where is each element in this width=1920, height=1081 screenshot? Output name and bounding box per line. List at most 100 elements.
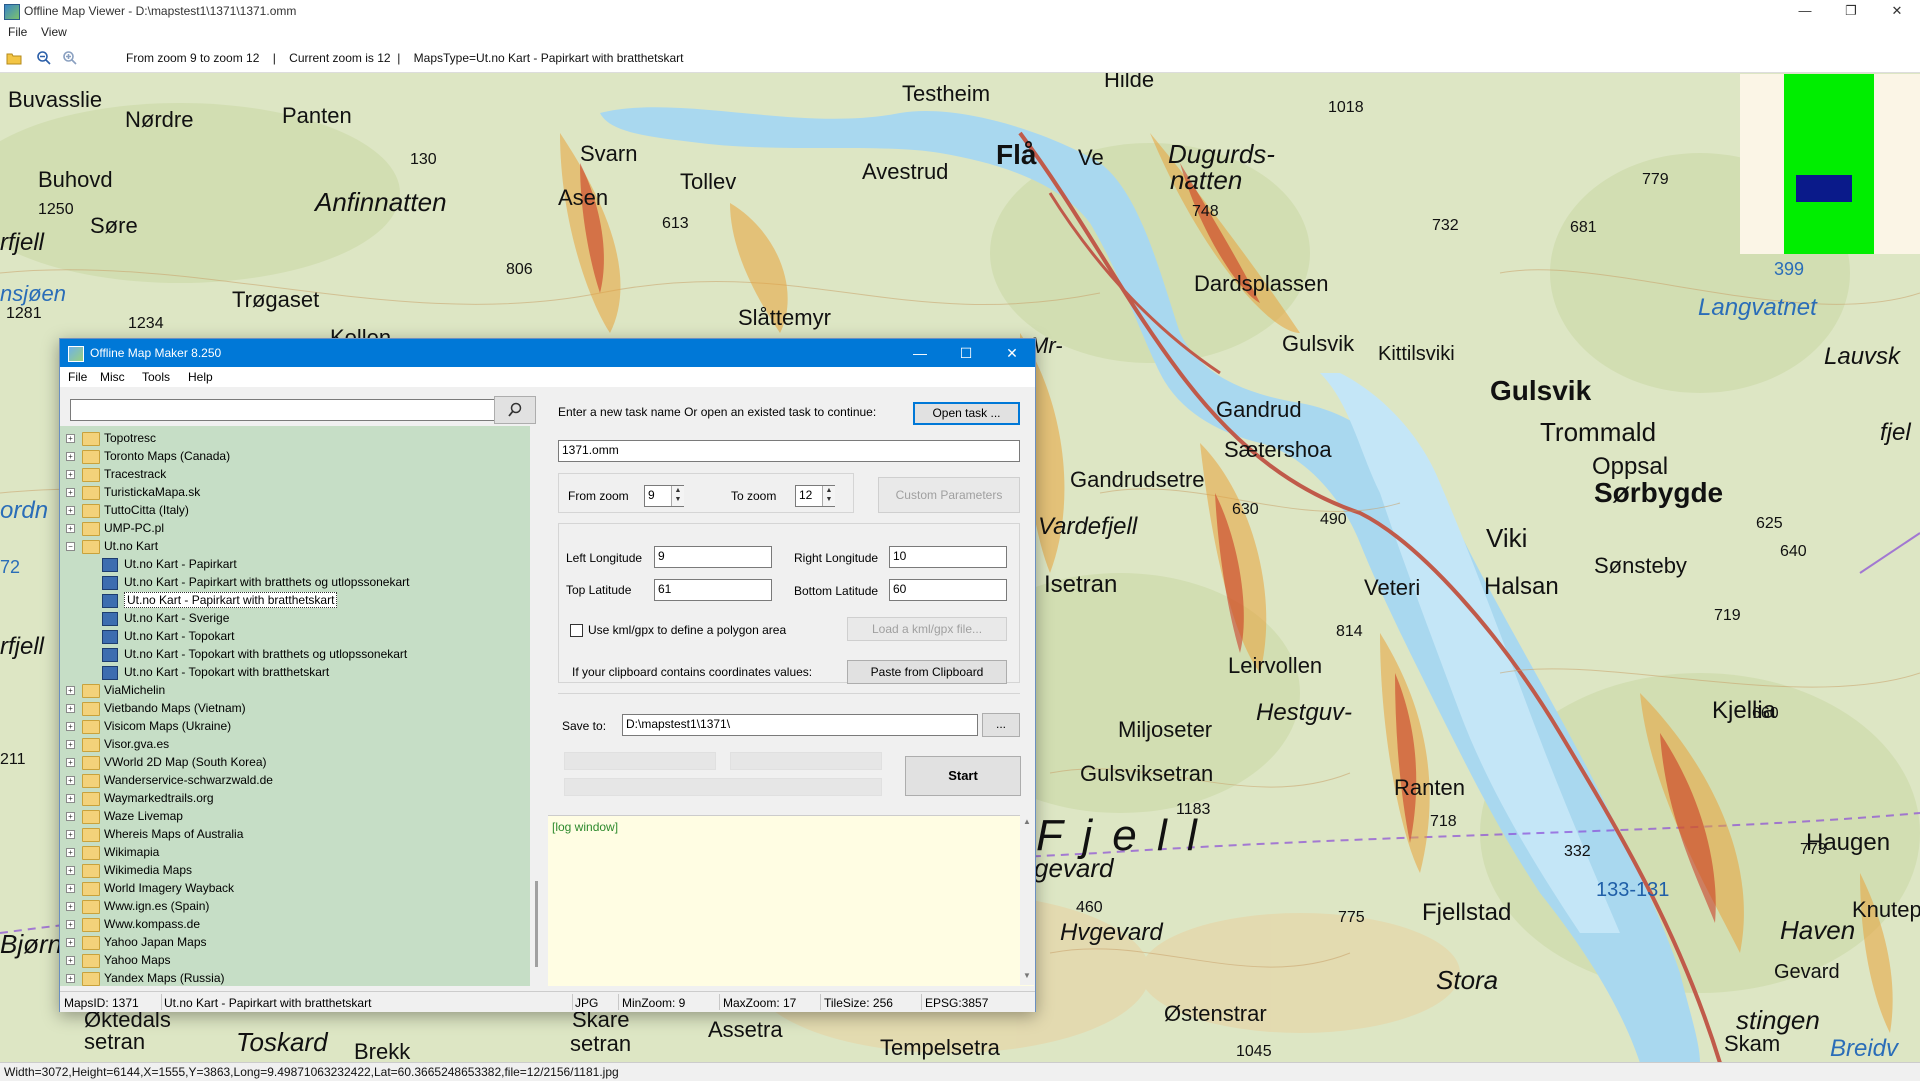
expand-icon[interactable]: + (66, 722, 75, 731)
open-task-button[interactable]: Open task ... (913, 402, 1020, 425)
collapse-icon[interactable]: − (66, 542, 75, 551)
expand-icon[interactable]: + (66, 812, 75, 821)
task-name-input[interactable]: 1371.omm (558, 440, 1020, 462)
expand-icon[interactable]: + (66, 902, 75, 911)
tree-item[interactable]: Ut.no Kart - Topokart with bratthets og … (60, 645, 530, 663)
tree-item[interactable]: Ut.no Kart - Papirkart (60, 555, 530, 573)
browse-button[interactable]: ... (982, 713, 1020, 737)
tree-item[interactable]: + Visor.gva.es (60, 735, 530, 753)
expand-icon[interactable]: + (66, 704, 75, 713)
tree-item[interactable]: + Waze Livemap (60, 807, 530, 825)
tree-item[interactable]: + Yahoo Maps (60, 951, 530, 969)
tree-item[interactable]: + Waymarkedtrails.org (60, 789, 530, 807)
expand-icon[interactable]: + (66, 848, 75, 857)
expand-icon[interactable]: + (66, 884, 75, 893)
left-longitude-input[interactable]: 9 (654, 546, 772, 568)
tree-item[interactable]: + TuttoCitta (Italy) (60, 501, 530, 519)
tree-item[interactable]: Ut.no Kart - Sverige (60, 609, 530, 627)
tree-item[interactable]: + Tracestrack (60, 465, 530, 483)
expand-icon[interactable]: + (66, 866, 75, 875)
tree-scroll-thumb[interactable] (535, 881, 538, 967)
expand-icon[interactable]: + (66, 452, 75, 461)
map-source-tree[interactable]: + Topotresc + Toronto Maps (Canada) + Tracest… (60, 426, 530, 986)
expand-icon[interactable]: + (66, 524, 75, 533)
expand-icon[interactable]: + (66, 974, 75, 983)
map-label: Gandrud (1216, 397, 1302, 422)
save-to-input[interactable]: D:\mapstest1\1371\ (622, 714, 978, 736)
search-button[interactable] (494, 396, 536, 424)
log-scrollbar[interactable]: ▲ ▼ (1020, 815, 1034, 985)
load-kml-button[interactable]: Load a kml/gpx file... (847, 617, 1007, 641)
overview-viewport-marker[interactable] (1796, 175, 1852, 202)
tree-item[interactable]: + Yahoo Japan Maps (60, 933, 530, 951)
expand-icon[interactable]: + (66, 956, 75, 965)
expand-icon[interactable]: + (66, 776, 75, 785)
open-folder-icon[interactable] (6, 50, 22, 66)
folder-icon (82, 756, 100, 770)
map-label: 718 (1430, 813, 1457, 830)
top-latitude-input[interactable]: 61 (654, 579, 772, 601)
tree-item[interactable]: + Www.kompass.de (60, 915, 530, 933)
tree-item[interactable]: + Vietbando Maps (Vietnam) (60, 699, 530, 717)
map-search-input[interactable] (70, 399, 502, 421)
tree-item[interactable]: + Wanderservice-schwarzwald.de (60, 771, 530, 789)
expand-icon[interactable]: + (66, 938, 75, 947)
dialog-minimize-button[interactable]: — (897, 339, 943, 367)
tree-item[interactable]: + Wikimapia (60, 843, 530, 861)
expand-icon[interactable]: + (66, 434, 75, 443)
dialog-close-button[interactable]: ✕ (989, 339, 1035, 367)
expand-icon[interactable]: + (66, 830, 75, 839)
tree-item[interactable]: + World Imagery Wayback (60, 879, 530, 897)
zoom-out-icon[interactable] (36, 50, 52, 66)
expand-icon[interactable]: + (66, 920, 75, 929)
tree-item[interactable]: − Ut.no Kart (60, 537, 530, 555)
to-zoom-stepper[interactable]: ▲ ▼ (822, 486, 835, 506)
scroll-down-arrow-icon[interactable]: ▼ (1023, 971, 1031, 980)
folder-icon (82, 864, 100, 878)
expand-icon[interactable]: + (66, 506, 75, 515)
scroll-up-arrow-icon[interactable]: ▲ (1023, 817, 1031, 826)
menu-view[interactable]: View (41, 25, 67, 39)
maximize-button[interactable]: ❐ (1828, 0, 1874, 22)
tree-item[interactable]: Ut.no Kart - Papirkart with bratthetskar… (60, 591, 530, 609)
expand-icon[interactable]: + (66, 488, 75, 497)
zoom-in-icon[interactable] (62, 50, 78, 66)
tree-item[interactable]: + Topotresc (60, 429, 530, 447)
tree-item[interactable]: + UMP-PC.pl (60, 519, 530, 537)
dialog-menu-misc[interactable]: Misc (100, 370, 125, 384)
minimize-button[interactable]: — (1782, 0, 1828, 22)
tree-item[interactable]: + Toronto Maps (Canada) (60, 447, 530, 465)
close-button[interactable]: ✕ (1874, 0, 1920, 22)
log-window[interactable]: [log window] (548, 815, 1034, 986)
expand-icon[interactable]: + (66, 794, 75, 803)
paste-clipboard-button[interactable]: Paste from Clipboard (847, 660, 1007, 684)
from-zoom-stepper[interactable]: ▲ ▼ (671, 486, 684, 506)
tree-item[interactable]: + Whereis Maps of Australia (60, 825, 530, 843)
dialog-menu-help[interactable]: Help (188, 370, 213, 384)
expand-icon[interactable]: + (66, 740, 75, 749)
dialog-menu-tools[interactable]: Tools (142, 370, 170, 384)
map-overview[interactable] (1740, 74, 1920, 254)
dialog-menu-file[interactable]: File (68, 370, 87, 384)
custom-parameters-button[interactable]: Custom Parameters (878, 477, 1020, 513)
menu-file[interactable]: File (8, 25, 27, 39)
dialog-maximize-button[interactable]: ☐ (943, 339, 989, 367)
kml-checkbox[interactable] (570, 624, 583, 637)
tree-item[interactable]: Ut.no Kart - Topokart with bratthetskart (60, 663, 530, 681)
right-longitude-input[interactable]: 10 (889, 546, 1007, 568)
tree-item[interactable]: + Wikimedia Maps (60, 861, 530, 879)
tree-scrollbar[interactable] (532, 426, 544, 986)
expand-icon[interactable]: + (66, 470, 75, 479)
tree-item[interactable]: + ViaMichelin (60, 681, 530, 699)
start-button[interactable]: Start (905, 756, 1021, 796)
tree-item[interactable]: + Www.ign.es (Spain) (60, 897, 530, 915)
expand-icon[interactable]: + (66, 686, 75, 695)
tree-item[interactable]: + Visicom Maps (Ukraine) (60, 717, 530, 735)
tree-item[interactable]: + Yandex Maps (Russia) (60, 969, 530, 986)
expand-icon[interactable]: + (66, 758, 75, 767)
tree-item[interactable]: Ut.no Kart - Topokart (60, 627, 530, 645)
tree-item[interactable]: + TuristickaMapa.sk (60, 483, 530, 501)
tree-item[interactable]: + VWorld 2D Map (South Korea) (60, 753, 530, 771)
tree-item[interactable]: Ut.no Kart - Papirkart with bratthets og… (60, 573, 530, 591)
bottom-latitude-input[interactable]: 60 (889, 579, 1007, 601)
